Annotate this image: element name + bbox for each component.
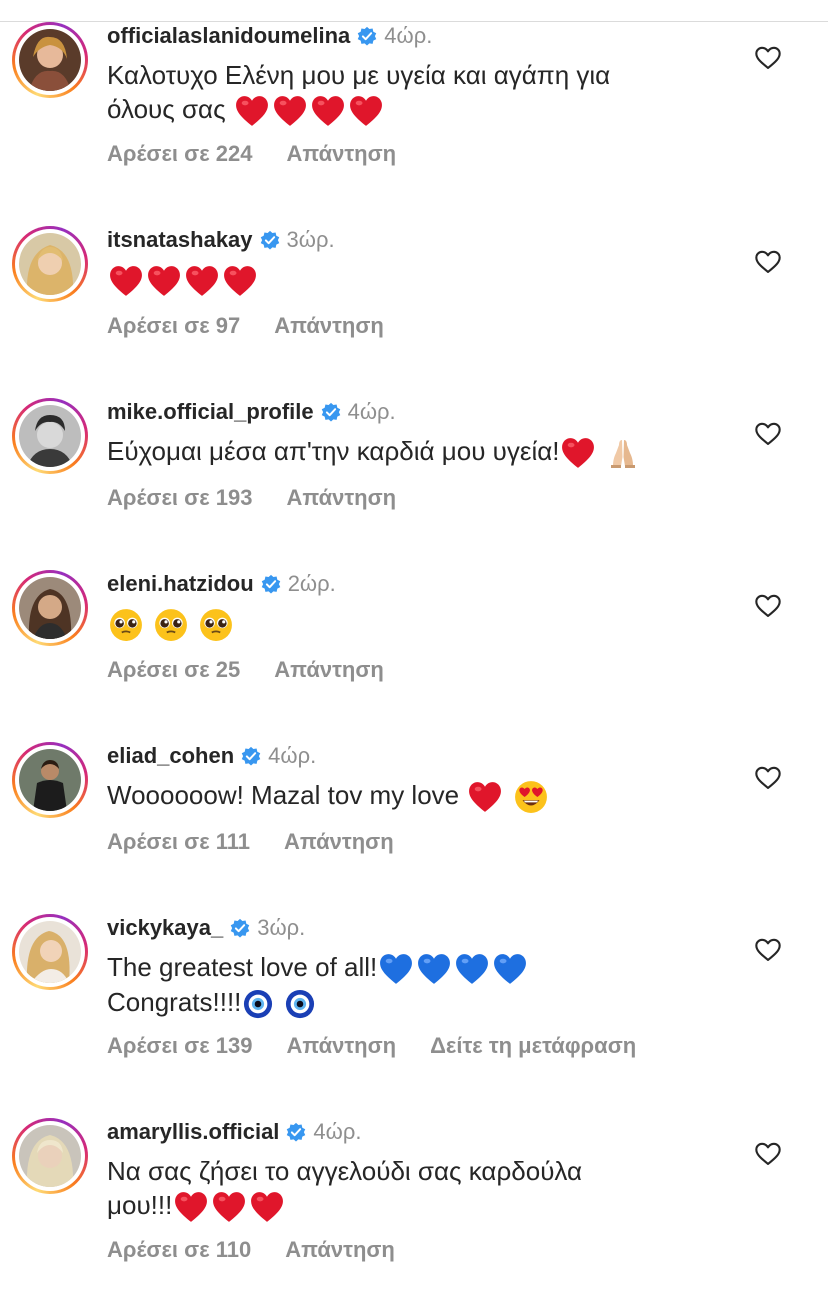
comment-username[interactable]: itsnatashakay [107, 227, 253, 253]
avatar[interactable] [12, 1118, 88, 1194]
comment-time: 3ώρ. [286, 227, 335, 252]
verified-badge-icon [229, 917, 251, 939]
comment-text: Καλοτυχο Ελένη μου με υγεία και αγάπη γι… [107, 58, 727, 127]
comment-time: 4ώρ. [347, 399, 396, 424]
avatar[interactable] [12, 570, 88, 646]
pleading-face-emoji [154, 608, 188, 642]
verified-badge-icon [320, 401, 342, 423]
red-heart-emoji [311, 95, 345, 127]
see-translation-link[interactable]: Δείτε τη μετάφραση [430, 1033, 636, 1059]
red-heart-emoji [235, 95, 269, 127]
comment-username[interactable]: amaryllis.official [107, 1119, 279, 1145]
comment-text: Woooooow! Mazal tov my love [107, 778, 727, 814]
heart-outline-icon[interactable] [754, 936, 782, 964]
comment-username[interactable]: vickykaya_ [107, 915, 223, 941]
red-heart-emoji [349, 95, 383, 127]
reply-button[interactable]: Απάντηση [274, 657, 384, 683]
comment-time: 4ώρ. [384, 23, 433, 48]
blue-heart-emoji [379, 953, 413, 985]
pleading-face-emoji [199, 608, 233, 642]
likes-count[interactable]: Αρέσει σε 25 [107, 657, 240, 683]
praying-hands-emoji [607, 437, 639, 469]
likes-count[interactable]: Αρέσει σε 111 [107, 829, 250, 855]
likes-count[interactable]: Αρέσει σε 224 [107, 141, 252, 167]
comment-text: Εύχομαι μέσα απ'την καρδιά μου υγεία! [107, 434, 747, 469]
heart-outline-icon[interactable] [754, 248, 782, 276]
verified-badge-icon [285, 1121, 307, 1143]
red-heart-emoji [468, 781, 502, 813]
avatar[interactable] [12, 914, 88, 990]
reply-button[interactable]: Απάντηση [286, 141, 396, 167]
pleading-face-emoji [109, 608, 143, 642]
likes-count[interactable]: Αρέσει σε 110 [107, 1237, 251, 1263]
reply-button[interactable]: Απάντηση [284, 829, 394, 855]
blue-heart-emoji [493, 953, 527, 985]
reply-button[interactable]: Απάντηση [286, 1033, 396, 1059]
comment-text [107, 262, 727, 297]
avatar[interactable] [12, 22, 88, 98]
reply-button[interactable]: Απάντηση [286, 485, 396, 511]
verified-badge-icon [240, 745, 262, 767]
comment-username[interactable]: officialaslanidoumelina [107, 23, 350, 49]
red-heart-emoji [147, 265, 181, 297]
reply-button[interactable]: Απάντηση [285, 1237, 395, 1263]
heart-outline-icon[interactable] [754, 592, 782, 620]
nazar-amulet-emoji [243, 989, 273, 1019]
heart-outline-icon[interactable] [754, 44, 782, 72]
likes-count[interactable]: Αρέσει σε 139 [107, 1033, 252, 1059]
heart-outline-icon[interactable] [754, 764, 782, 792]
comment-username[interactable]: eleni.hatzidou [107, 571, 254, 597]
avatar[interactable] [12, 398, 88, 474]
heart-eyes-emoji [514, 780, 548, 814]
red-heart-emoji [561, 437, 595, 469]
red-heart-emoji [109, 265, 143, 297]
blue-heart-emoji [417, 953, 451, 985]
red-heart-emoji [174, 1191, 208, 1223]
nazar-amulet-emoji [285, 989, 315, 1019]
red-heart-emoji [223, 265, 257, 297]
red-heart-emoji [250, 1191, 284, 1223]
avatar[interactable] [12, 226, 88, 302]
verified-badge-icon [260, 573, 282, 595]
comment-time: 4ώρ. [313, 1119, 362, 1144]
comment-username[interactable]: mike.official_profile [107, 399, 314, 425]
heart-outline-icon[interactable] [754, 420, 782, 448]
comment-text: Να σας ζήσει το αγγελούδι σας καρδούλα μ… [107, 1154, 727, 1223]
red-heart-emoji [212, 1191, 246, 1223]
avatar[interactable] [12, 742, 88, 818]
comment-username[interactable]: eliad_cohen [107, 743, 234, 769]
comment-time: 3ώρ. [257, 915, 306, 940]
likes-count[interactable]: Αρέσει σε 193 [107, 485, 252, 511]
heart-outline-icon[interactable] [754, 1140, 782, 1168]
comment-time: 4ώρ. [268, 743, 317, 768]
verified-badge-icon [259, 229, 281, 251]
red-heart-emoji [185, 265, 219, 297]
comment-text [107, 606, 727, 642]
reply-button[interactable]: Απάντηση [274, 313, 384, 339]
comment-time: 2ώρ. [287, 571, 336, 596]
blue-heart-emoji [455, 953, 489, 985]
verified-badge-icon [356, 25, 378, 47]
likes-count[interactable]: Αρέσει σε 97 [107, 313, 240, 339]
comment-text: The greatest love of all! Congrats!!!! [107, 950, 727, 1019]
red-heart-emoji [273, 95, 307, 127]
